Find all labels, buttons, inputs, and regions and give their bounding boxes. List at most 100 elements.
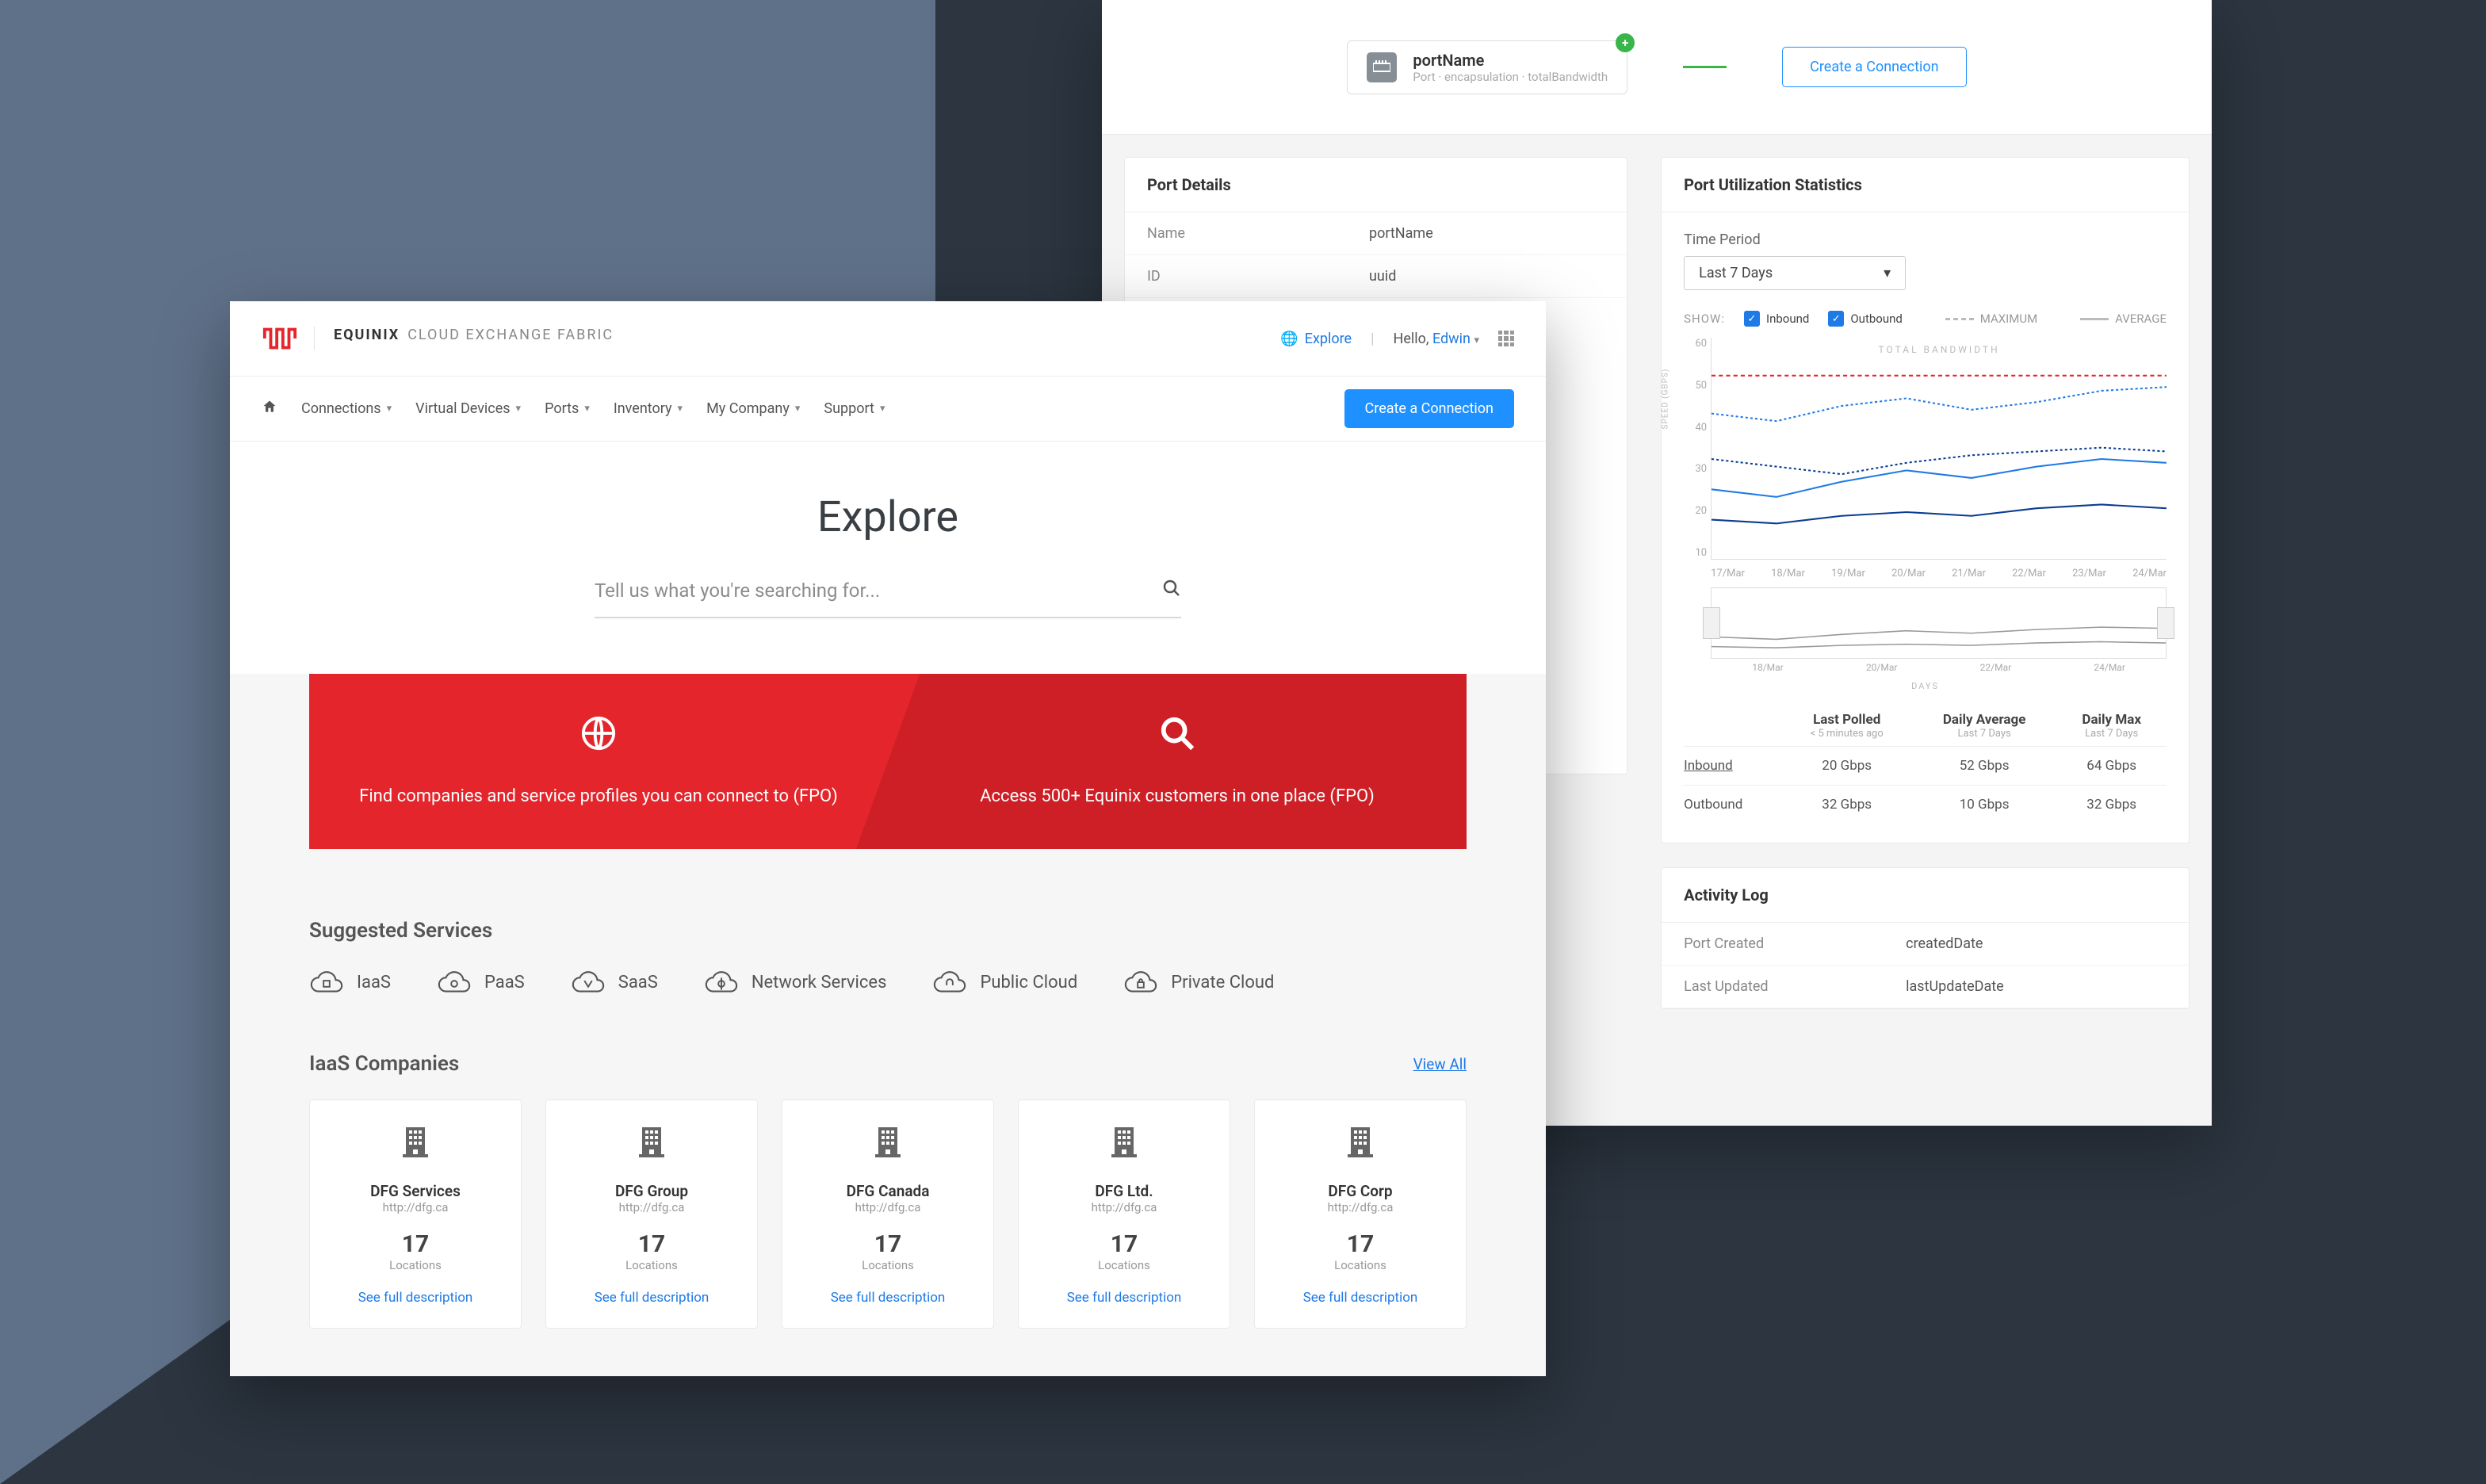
cloud-icon <box>1123 970 1158 995</box>
view-all-link[interactable]: View All <box>1413 1055 1467 1073</box>
company-card[interactable]: DFG Grouphttp://dfg.ca17LocationsSee ful… <box>545 1100 758 1329</box>
building-icon <box>1035 1126 1214 1165</box>
chevron-down-icon: ▾ <box>516 403 522 415</box>
company-card[interactable]: DFG Canadahttp://dfg.ca17LocationsSee fu… <box>782 1100 994 1329</box>
nav-item[interactable]: My Company ▾ <box>706 400 800 417</box>
chevron-down-icon: ▾ <box>795 403 801 415</box>
chevron-down-icon: ▾ <box>387 403 392 415</box>
suggested-service[interactable]: PaaS <box>437 970 525 995</box>
brand-primary: EQUINIX <box>334 327 400 343</box>
company-card[interactable]: DFG Serviceshttp://dfg.ca17LocationsSee … <box>309 1100 522 1329</box>
panel-title: Port Utilization Statistics <box>1662 158 2189 212</box>
activity-log-panel: Activity Log Port CreatedcreatedDateLast… <box>1661 867 2190 1009</box>
port-name: portName <box>1413 51 1608 70</box>
port-header: portName Port · encapsulation · totalBan… <box>1102 0 2212 135</box>
nav-item[interactable]: Virtual Devices ▾ <box>415 400 521 417</box>
connector-line <box>1683 66 1727 68</box>
building-icon <box>326 1126 505 1165</box>
nav-item[interactable]: Inventory ▾ <box>614 400 683 417</box>
cloud-icon <box>437 970 472 995</box>
time-period-label: Time Period <box>1684 231 2167 248</box>
panel-title: Activity Log <box>1662 868 2189 923</box>
explore-window: EQUINIX CLOUD EXCHANGE FABRIC 🌐 Explore … <box>230 301 1546 1376</box>
search-bar[interactable] <box>595 579 1181 618</box>
company-card[interactable]: DFG Ltd.http://dfg.ca17LocationsSee full… <box>1018 1100 1230 1329</box>
time-period-select[interactable]: Last 7 Days ▾ <box>1684 256 1906 290</box>
banner-text: Find companies and service profiles you … <box>357 783 840 809</box>
search-icon[interactable] <box>1162 579 1181 602</box>
port-pill[interactable]: portName Port · encapsulation · totalBan… <box>1347 40 1627 94</box>
activity-row: Port CreatedcreatedDate <box>1662 923 2189 966</box>
utilization-chart: SPEED (GBPS) TOTAL BANDWIDTH 60504030201… <box>1711 338 2167 560</box>
see-description-link[interactable]: See full description <box>326 1290 505 1306</box>
nav-item[interactable]: Ports ▾ <box>545 400 590 417</box>
chevron-down-icon: ▾ <box>880 403 885 415</box>
company-card[interactable]: DFG Corphttp://dfg.ca17LocationsSee full… <box>1254 1100 1467 1329</box>
nav-item[interactable]: Connections ▾ <box>301 400 392 417</box>
y-axis-label: SPEED (GBPS) <box>1662 368 1670 429</box>
globe-icon <box>357 713 840 766</box>
equinix-logo-icon <box>262 320 298 357</box>
suggested-service[interactable]: SaaS <box>571 970 658 995</box>
companies-title: IaaS Companies <box>309 1052 459 1076</box>
search-input[interactable] <box>595 579 1162 602</box>
topbar: EQUINIX CLOUD EXCHANGE FABRIC 🌐 Explore … <box>230 301 1546 377</box>
table-row: Outbound32 Gbps10 Gbps32 Gbps <box>1684 786 2167 824</box>
chevron-down-icon: ▾ <box>678 403 683 415</box>
suggested-service[interactable]: Private Cloud <box>1123 970 1274 995</box>
days-label: DAYS <box>1684 681 2167 691</box>
chevron-down-icon: ▾ <box>1884 265 1891 281</box>
cloud-icon <box>932 970 967 995</box>
suggested-service[interactable]: Public Cloud <box>932 970 1077 995</box>
create-connection-button[interactable]: Create a Connection <box>1344 389 1514 428</box>
building-icon <box>798 1126 977 1165</box>
legend-maximum: MAXIMUM <box>1945 312 2037 326</box>
range-handle-right[interactable] <box>2157 607 2174 639</box>
detail-row: NameportName <box>1125 212 1627 255</box>
globe-icon: 🌐 <box>1280 331 1298 347</box>
see-description-link[interactable]: See full description <box>798 1290 977 1306</box>
stats-table: Last Polled< 5 minutes agoDaily AverageL… <box>1684 706 2167 824</box>
suggested-title: Suggested Services <box>309 919 1467 943</box>
create-connection-button[interactable]: Create a Connection <box>1782 47 1966 87</box>
see-description-link[interactable]: See full description <box>1035 1290 1214 1306</box>
cloud-icon <box>704 970 739 995</box>
port-sub: Port · encapsulation · totalBandwidth <box>1413 70 1608 84</box>
activity-row: Last UpdatedlastUpdateDate <box>1662 966 2189 1008</box>
see-description-link[interactable]: See full description <box>1271 1290 1450 1306</box>
hero: Explore <box>230 442 1546 674</box>
legend-average: AVERAGE <box>2080 312 2167 326</box>
banner-left[interactable]: Find companies and service profiles you … <box>309 674 888 849</box>
cloud-icon <box>309 970 344 995</box>
add-badge-icon[interactable]: + <box>1616 33 1635 52</box>
search-icon <box>935 713 1419 766</box>
chevron-down-icon: ▾ <box>584 403 590 415</box>
detail-row: IDuuid <box>1125 255 1627 298</box>
building-icon <box>1271 1126 1450 1165</box>
panel-title: Port Details <box>1125 158 1627 212</box>
suggested-service[interactable]: IaaS <box>309 970 391 995</box>
range-handle-left[interactable] <box>1703 607 1720 639</box>
show-label: SHOW: <box>1684 312 1725 326</box>
brand-secondary: CLOUD EXCHANGE FABRIC <box>407 327 614 343</box>
hero-banner: Find companies and service profiles you … <box>309 674 1467 849</box>
explore-link[interactable]: 🌐 Explore <box>1280 331 1352 347</box>
apps-grid-icon[interactable] <box>1498 331 1514 346</box>
cloud-icon <box>571 970 606 995</box>
chevron-down-icon: ▾ <box>1474 335 1479 346</box>
inbound-checkbox[interactable]: ✓Inbound <box>1744 311 1809 327</box>
nav-item[interactable]: Support ▾ <box>824 400 885 417</box>
port-icon <box>1367 52 1397 82</box>
home-icon[interactable] <box>262 399 277 419</box>
port-stats-panel: Port Utilization Statistics Time Period … <box>1661 157 2190 843</box>
range-slider-chart[interactable] <box>1711 587 2167 659</box>
time-period-value: Last 7 Days <box>1699 265 1773 281</box>
see-description-link[interactable]: See full description <box>562 1290 741 1306</box>
suggested-service[interactable]: Network Services <box>704 970 887 995</box>
banner-text: Access 500+ Equinix customers in one pla… <box>935 783 1419 809</box>
main-nav: Connections ▾ Virtual Devices ▾ Ports ▾ Inv… <box>230 377 1546 442</box>
page-title: Explore <box>230 492 1546 542</box>
banner-right[interactable]: Access 500+ Equinix customers in one pla… <box>888 674 1467 849</box>
outbound-checkbox[interactable]: ✓Outbound <box>1828 311 1903 327</box>
user-greeting[interactable]: Hello, Edwin ▾ <box>1394 331 1479 347</box>
